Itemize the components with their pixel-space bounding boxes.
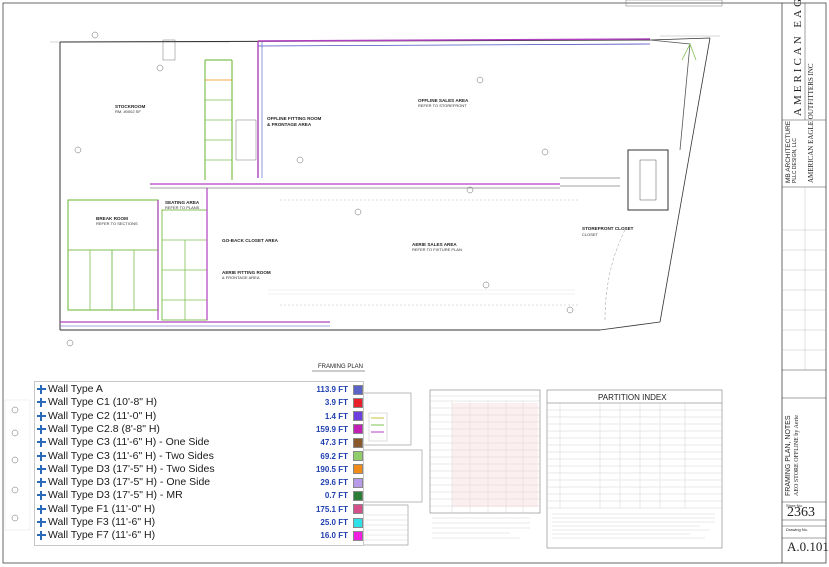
svg-text:REFER TO FIXTURE PLAN: REFER TO FIXTURE PLAN <box>412 247 462 252</box>
room-label-storefront-closet: STOREFRONT CLOSET <box>582 226 634 231</box>
wall-tool-icon <box>37 411 46 421</box>
wall-tool-icon <box>37 504 46 514</box>
legend-wall-type-name: Wall Type F7 (11'-6" H) <box>48 529 156 542</box>
legend-color-swatch <box>353 411 363 422</box>
legend-row[interactable]: Wall Type A 113.9 FT <box>37 384 363 395</box>
sheet-subtitle: AEO STORE OFFLINE by Aerie <box>794 415 800 496</box>
svg-text:REFER TO PLANS: REFER TO PLANS <box>165 205 200 210</box>
architect-name: MB ARCHITECTURE <box>785 120 792 183</box>
plan-title: FRAMING PLAN <box>318 364 363 370</box>
wall-tool-icon <box>37 531 46 541</box>
wall-tool-icon <box>37 424 46 434</box>
wall-tool-icon <box>37 385 46 394</box>
legend-wall-length: 3.9 FT <box>324 398 348 408</box>
svg-text:REFER TO SECTIONS: REFER TO SECTIONS <box>96 221 138 226</box>
room-label-go-back: GO-BACK CLOSET AREA <box>222 238 279 243</box>
legend-color-swatch <box>353 517 363 528</box>
partition-index-title: PARTITION INDEX <box>598 393 667 402</box>
legend-color-swatch <box>353 464 363 475</box>
wall-tool-icon <box>37 464 46 474</box>
drawing-no-label: Drawing No. <box>786 527 809 532</box>
legend-wall-type-name: Wall Type A <box>48 383 103 395</box>
svg-text:REFER TO STOREFRONT: REFER TO STOREFRONT <box>418 103 467 108</box>
legend-wall-length: 16.0 FT <box>320 531 348 541</box>
legend-color-swatch <box>353 437 363 448</box>
legend-wall-type-name: Wall Type C1 (10'-8" H) <box>48 396 158 409</box>
legend-row[interactable]: Wall Type F7 (11'-6" H) 16.0 FT <box>37 530 363 541</box>
legend-color-swatch <box>353 424 363 435</box>
wall-type-legend: Wall Type A 113.9 FT Wall Type C1 (10'-8" … <box>34 381 364 546</box>
legend-wall-type-name: Wall Type D3 (17'-5" H) - One Side <box>48 476 211 489</box>
legend-wall-length: 0.7 FT <box>324 491 348 501</box>
brand-name: AMERICAN EAGLE <box>792 0 804 116</box>
svg-text:RM. #0002 SF: RM. #0002 SF <box>115 109 141 114</box>
legend-row[interactable]: Wall Type C3 (11'-6" H) - One Side 47.3 F… <box>37 437 363 448</box>
left-notes <box>4 399 31 531</box>
legend-wall-type-name: Wall Type D3 (17'-5" H) - Two Sides <box>48 462 215 475</box>
legend-wall-length: 175.1 FT <box>315 504 348 514</box>
legend-color-swatch <box>353 384 363 395</box>
legend-wall-type-name: Wall Type D3 (17'-5" H) - MR <box>48 489 183 502</box>
legend-row[interactable]: Wall Type C2.8 (8'-8" H) 159.9 FT <box>37 422 363 435</box>
legend-row[interactable]: Wall Type D3 (17'-5" H) - Two Sides 190.5… <box>37 462 363 475</box>
legend-row[interactable]: Wall Type F1 (11'-0" H) 175.1 FT <box>37 502 363 515</box>
wall-tool-icon <box>37 478 46 488</box>
legend-wall-type-name: Wall Type C2 (11'-0" H) <box>48 409 157 422</box>
wall-tool-icon <box>37 398 46 408</box>
svg-text:CLOSET: CLOSET <box>582 232 599 237</box>
legend-wall-type-name: Wall Type C2.8 (8'-8" H) <box>48 422 160 435</box>
wall-schedule-table <box>429 389 541 539</box>
wall-tool-icon <box>37 491 46 501</box>
legend-color-swatch <box>353 397 363 408</box>
legend-wall-length: 25.0 FT <box>320 518 348 527</box>
legend-wall-length: 190.5 FT <box>315 464 348 474</box>
legend-wall-length: 113.9 FT <box>316 385 348 394</box>
wall-tool-icon <box>37 438 46 448</box>
legend-wall-type-name: Wall Type F3 (11'-6" H) <box>48 516 156 528</box>
legend-color-swatch <box>353 530 363 541</box>
legend-row[interactable]: Wall Type C2 (11'-0" H) 1.4 FT <box>37 409 363 422</box>
svg-text:& FRONTAGE AREA: & FRONTAGE AREA <box>222 275 260 280</box>
legend-wall-type-name: Wall Type C3 (11'-6" H) - One Side <box>48 436 210 449</box>
legend-wall-length: 159.9 FT <box>315 424 348 434</box>
legend-wall-length: 69.2 FT <box>320 451 348 461</box>
room-label-frontage: & FRONTAGE AREA <box>267 122 312 127</box>
legend-row[interactable]: Wall Type D3 (17'-5" H) - MR 0.7 FT <box>37 490 363 501</box>
floor-plan <box>50 31 720 347</box>
sheet-title: FRAMING PLAN, NOTES <box>785 415 792 496</box>
legend-color-swatch <box>353 451 363 461</box>
legend-row[interactable]: Wall Type F3 (11'-6" H) 25.0 FT <box>37 517 363 528</box>
legend-color-swatch <box>353 477 363 488</box>
legend-row[interactable]: Wall Type C3 (11'-6" H) - Two Sides 69.2 … <box>37 449 363 462</box>
wall-tool-icon <box>37 518 46 527</box>
room-label-offline-fitting: OFFLINE FITTING ROOM <box>267 116 322 121</box>
store-number: 2363 <box>787 505 815 520</box>
partition-index-table: PARTITION INDEX <box>546 389 723 549</box>
legend-row[interactable]: Wall Type C1 (10'-8" H) 3.9 FT <box>37 397 363 408</box>
legend-row[interactable]: Wall Type D3 (17'-5" H) - One Side 29.6 F… <box>37 477 363 488</box>
legend-color-swatch <box>353 490 363 501</box>
detail-keys <box>359 392 423 546</box>
legend-wall-length: 29.6 FT <box>320 478 348 488</box>
legend-color-swatch <box>353 504 363 515</box>
legend-wall-length: 47.3 FT <box>320 438 348 448</box>
legend-wall-length: 1.4 FT <box>324 411 348 421</box>
drawing-number: A.0.101 <box>787 539 829 554</box>
legend-wall-type-name: Wall Type C3 (11'-6" H) - Two Sides <box>48 449 214 462</box>
legend-wall-type-name: Wall Type F1 (11'-0" H) <box>48 502 156 515</box>
client-name: AMERICAN EAGLE OUTFITTERS INC <box>807 63 815 183</box>
wall-tool-icon <box>37 451 46 461</box>
architect-sub: PLLC DESIGN, LLC <box>792 137 798 183</box>
